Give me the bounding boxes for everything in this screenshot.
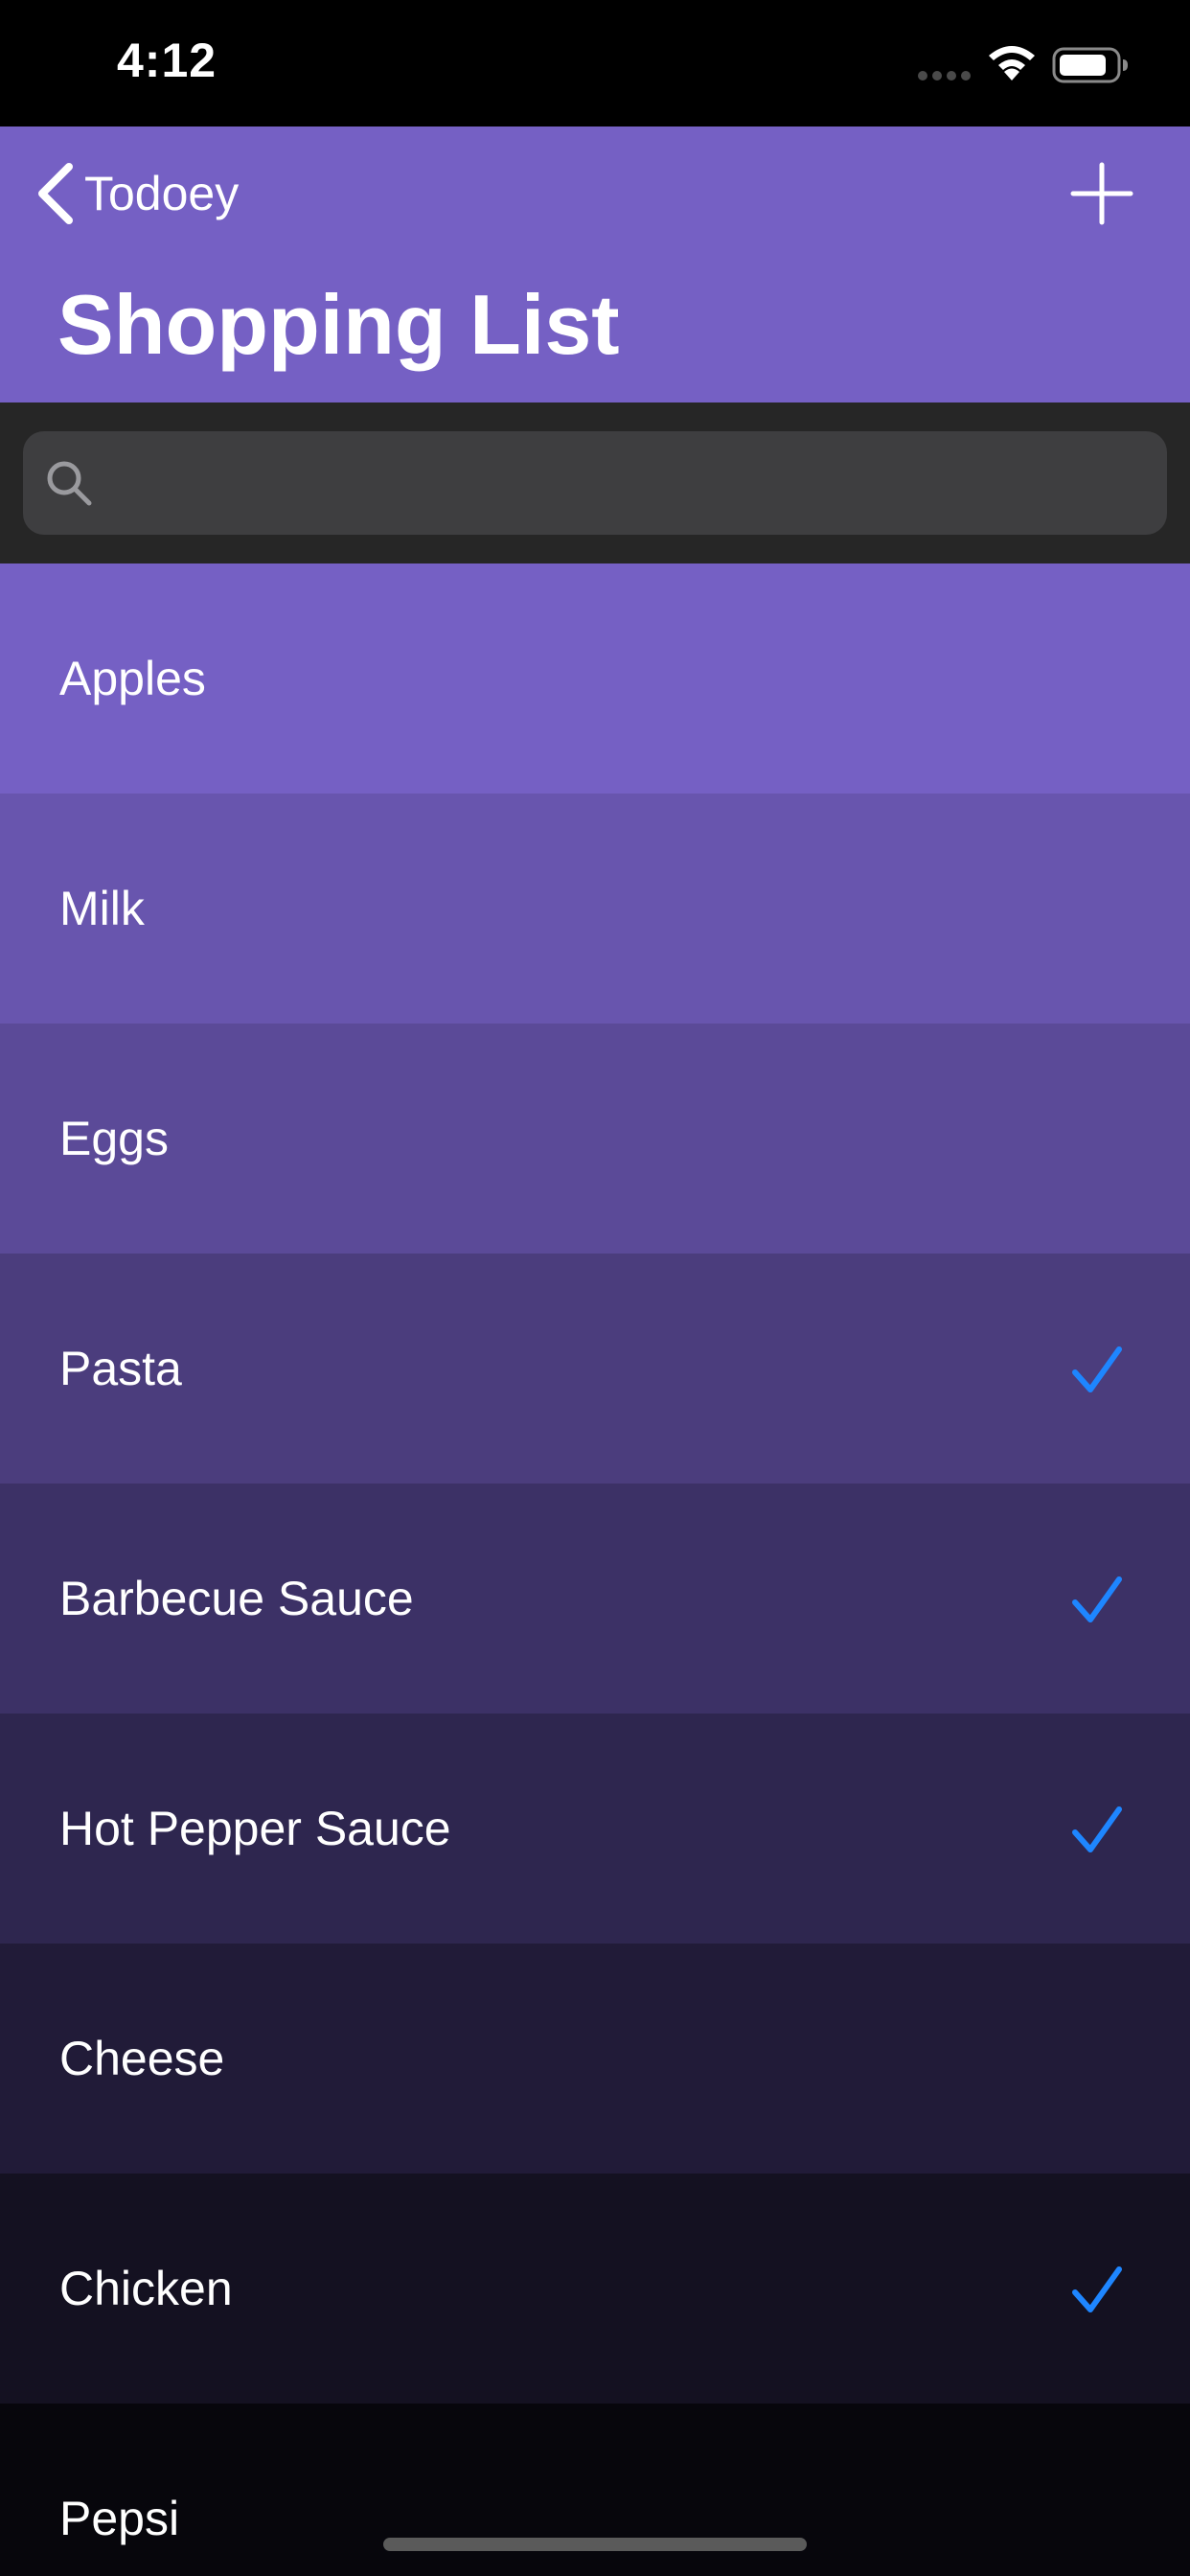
list-item-label: Milk: [59, 882, 145, 935]
search-field[interactable]: [23, 431, 1167, 537]
list-item-label: Pepsi: [59, 2492, 180, 2545]
navigation-bar: Todoey Shopping List: [0, 126, 1190, 402]
status-time: 4:12: [117, 34, 217, 87]
list-item[interactable]: Cheese: [0, 1944, 1190, 2174]
battery-icon: [1052, 47, 1128, 83]
plus-icon[interactable]: [1065, 157, 1138, 230]
checkmark-icon: [1072, 1806, 1122, 1852]
search-input[interactable]: [109, 431, 1148, 537]
home-indicator[interactable]: [383, 2538, 807, 2551]
list-item-label: Hot Pepper Sauce: [59, 1802, 451, 1855]
search-bar: [0, 402, 1190, 564]
wifi-icon: [989, 46, 1035, 80]
list-item[interactable]: Eggs: [0, 1024, 1190, 1254]
checkmark-icon: [1072, 1346, 1122, 1392]
list-item-label: Eggs: [59, 1112, 169, 1165]
checkmark-icon: [1072, 2266, 1122, 2312]
list-item-label: Cheese: [59, 2032, 225, 2085]
checkmark-icon: [1072, 1576, 1122, 1622]
back-button[interactable]: Todoey: [34, 155, 239, 232]
status-bar: 4:12: [0, 0, 1190, 126]
chevron-left-icon: [38, 163, 73, 224]
list-item[interactable]: Barbecue Sauce: [0, 1484, 1190, 1714]
list-item[interactable]: Milk: [0, 794, 1190, 1024]
screen: 4:12 Todoey Shopping List Apples Milk Eg…: [0, 0, 1190, 2576]
search-icon: [47, 461, 92, 506]
list-item[interactable]: Apples: [0, 564, 1190, 794]
back-button-label: Todoey: [84, 167, 240, 220]
shopping-list: Apples Milk Eggs Pasta Barbecue Sauce Ho…: [0, 564, 1190, 2576]
list-item-label: Pasta: [59, 1342, 182, 1395]
list-item-label: Apples: [59, 652, 206, 705]
list-item[interactable]: Hot Pepper Sauce: [0, 1714, 1190, 1944]
list-item-label: Chicken: [59, 2262, 233, 2315]
page-title: Shopping List: [57, 277, 620, 372]
list-item-label: Barbecue Sauce: [59, 1572, 414, 1625]
list-item[interactable]: Chicken: [0, 2174, 1190, 2404]
list-item[interactable]: Pasta: [0, 1254, 1190, 1484]
cellular-signal-icon: [918, 71, 972, 80]
